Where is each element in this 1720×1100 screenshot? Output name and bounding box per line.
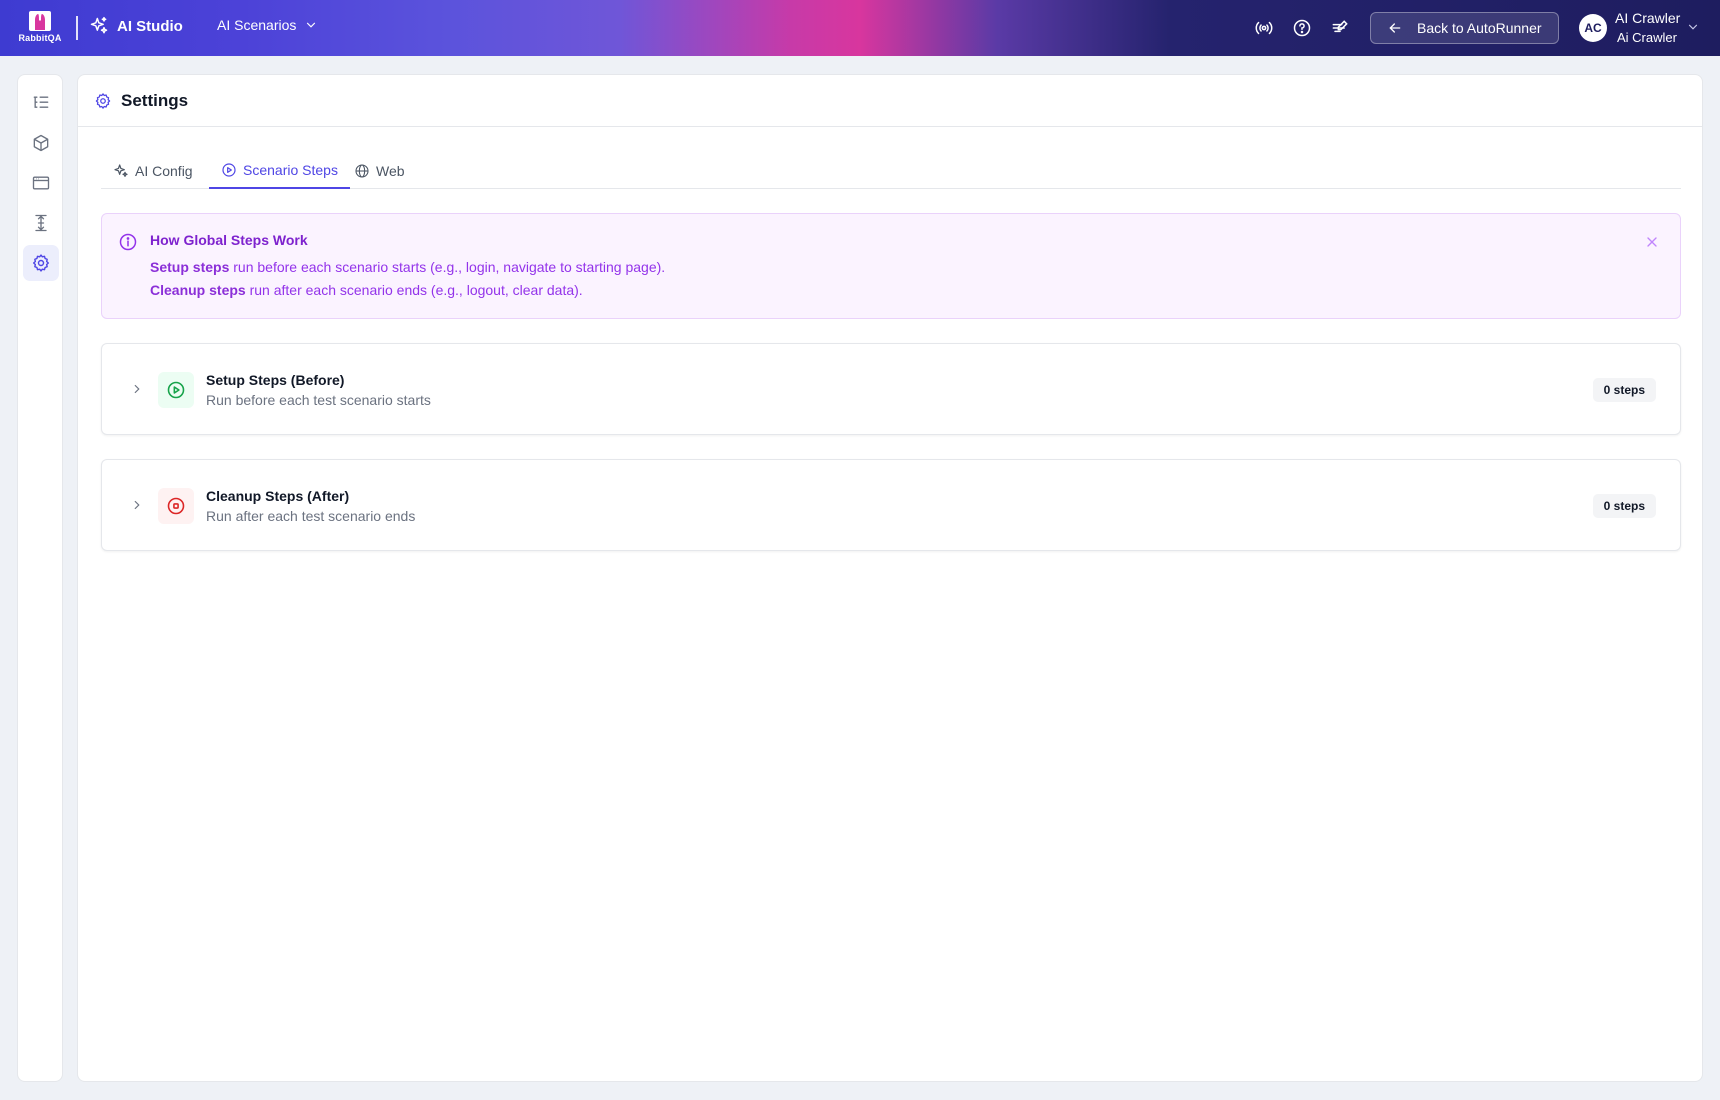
stop-circle-icon — [167, 497, 185, 515]
cleanup-steps-subtitle: Run after each test scenario ends — [206, 508, 416, 524]
browser-window-icon — [32, 176, 50, 190]
rail-item-scenarios[interactable] — [23, 85, 59, 121]
tab-ai-config[interactable]: AI Config — [101, 153, 205, 189]
back-to-autorunner-button[interactable]: Back to AutoRunner — [1370, 12, 1559, 44]
info-setup-line: Setup steps run before each scenario sta… — [150, 259, 665, 275]
panel-header: Settings — [78, 75, 1702, 127]
rail-item-pages[interactable] — [23, 165, 59, 201]
setup-steps-subtitle: Run before each test scenario starts — [206, 392, 431, 408]
rabbitqa-logo[interactable]: RabbitQA — [17, 10, 63, 46]
user-subtitle[interactable]: Ai Crawler — [1617, 30, 1677, 45]
help-circle-icon[interactable] — [1292, 18, 1312, 38]
side-rail — [17, 74, 63, 1082]
ai-scenarios-dropdown[interactable]: AI Scenarios — [217, 17, 318, 33]
sparkles-icon — [114, 164, 128, 177]
info-title: How Global Steps Work — [150, 232, 308, 248]
gear-icon — [32, 254, 50, 272]
info-setup-text: run before each scenario starts (e.g., l… — [229, 259, 666, 275]
logo-text: RabbitQA — [18, 33, 62, 43]
rail-item-steps[interactable] — [23, 205, 59, 241]
setup-icon-badge — [158, 372, 194, 408]
info-setup-bold: Setup steps — [150, 259, 230, 275]
studio-brand[interactable]: AI Studio — [89, 16, 183, 36]
info-cleanup-text: run after each scenario ends (e.g., logo… — [245, 282, 583, 298]
play-circle-icon — [167, 381, 185, 399]
tab-web[interactable]: Web — [342, 153, 417, 189]
info-circle-icon — [119, 233, 137, 251]
global-steps-info-banner: How Global Steps Work Setup steps run be… — [101, 213, 1681, 319]
setup-steps-title: Setup Steps (Before) — [206, 372, 345, 388]
chevron-right-icon[interactable] — [130, 382, 144, 396]
align-vertical-icon — [35, 214, 47, 232]
rail-item-components[interactable] — [23, 125, 59, 161]
close-icon[interactable] — [1644, 234, 1660, 250]
settings-tabs: AI Config Scenario Steps Web — [101, 153, 1681, 189]
sparkles-icon — [90, 16, 108, 34]
tab-scenario-steps[interactable]: Scenario Steps — [209, 153, 350, 189]
setup-steps-card[interactable]: Setup Steps (Before) Run before each tes… — [101, 343, 1681, 435]
cube-icon — [33, 134, 49, 152]
globe-icon — [355, 164, 369, 178]
theme-palette-icon[interactable] — [1330, 18, 1350, 38]
page-title: Settings — [121, 90, 189, 110]
broadcast-icon[interactable] — [1254, 18, 1274, 38]
cleanup-steps-card[interactable]: Cleanup Steps (After) Run after each tes… — [101, 459, 1681, 551]
studio-name: AI Studio — [117, 17, 183, 35]
back-button-label: Back to AutoRunner — [1417, 20, 1542, 36]
rabbit-logo-icon — [29, 11, 51, 31]
chevron-right-icon[interactable] — [130, 498, 144, 512]
arrow-left-icon — [1389, 23, 1401, 33]
ai-scenarios-label: AI Scenarios — [217, 17, 297, 33]
settings-panel: Settings AI Config Scenario Steps Web Ho… — [77, 74, 1703, 1082]
info-cleanup-line: Cleanup steps run after each scenario en… — [150, 282, 583, 298]
brand-divider — [76, 16, 78, 40]
list-tree-icon — [33, 96, 49, 108]
avatar[interactable]: AC — [1579, 14, 1607, 42]
play-circle-icon — [222, 163, 236, 177]
chevron-down-icon — [307, 22, 316, 28]
top-bar: RabbitQA AI Studio AI Scenarios Back to … — [0, 0, 1720, 56]
info-cleanup-bold: Cleanup steps — [150, 282, 246, 298]
setup-steps-count-badge: 0 steps — [1592, 378, 1656, 402]
cleanup-icon-badge — [158, 488, 194, 524]
tab-web-label: Web — [376, 163, 405, 179]
user-name[interactable]: AI Crawler — [1615, 10, 1680, 26]
rail-item-settings[interactable] — [23, 245, 59, 281]
tab-ai-config-label: AI Config — [135, 163, 193, 179]
tab-scenario-steps-label: Scenario Steps — [243, 162, 338, 178]
gear-icon — [95, 92, 111, 109]
cleanup-steps-title: Cleanup Steps (After) — [206, 488, 350, 504]
cleanup-steps-count-badge: 0 steps — [1592, 494, 1656, 518]
chevron-down-icon[interactable] — [1686, 20, 1700, 34]
